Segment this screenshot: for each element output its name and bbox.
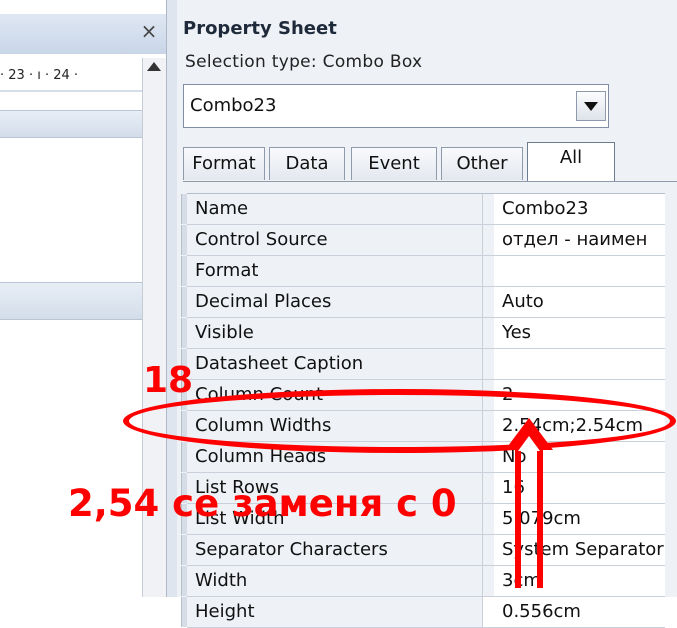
property-row[interactable]: Datasheet Caption	[181, 349, 665, 380]
property-row[interactable]: Separator Characters System Separator	[181, 535, 665, 566]
property-row[interactable]: Control Source отдел - наимен	[181, 225, 665, 256]
property-row[interactable]: Name Combo23	[181, 194, 665, 225]
annotation-number: 18	[143, 360, 194, 401]
annotation-arrow-shaft	[515, 448, 543, 588]
property-row[interactable]: Visible Yes	[181, 318, 665, 349]
property-name: Control Source	[187, 225, 483, 255]
property-tabs: Format Data Event Other All	[183, 142, 677, 182]
horizontal-ruler: · 23 · ı · 24 ·	[0, 62, 142, 91]
property-value[interactable]	[494, 256, 665, 286]
section-band-detail[interactable]	[0, 282, 142, 320]
property-row[interactable]: Width 3cm	[181, 566, 665, 597]
annotation-ellipse	[123, 389, 676, 453]
scroll-up-arrow-icon[interactable]	[147, 62, 161, 71]
property-name: Decimal Places	[187, 287, 483, 317]
chevron-down-icon	[584, 102, 598, 111]
tab-baseline	[183, 181, 677, 182]
property-value[interactable]: 0.556cm	[494, 597, 665, 627]
property-value[interactable]: Combo23	[494, 194, 665, 224]
property-row[interactable]: Decimal Places Auto	[181, 287, 665, 318]
tab-data[interactable]: Data	[269, 147, 345, 180]
property-row[interactable]: Height 0.556cm	[181, 597, 665, 628]
property-value[interactable]	[494, 349, 665, 379]
object-selector-dropdown-button[interactable]	[576, 91, 606, 121]
close-icon[interactable]: ×	[138, 20, 160, 42]
property-name: Datasheet Caption	[187, 349, 483, 379]
tab-all[interactable]: All	[527, 142, 615, 181]
property-name: Width	[187, 566, 483, 596]
property-name: Height	[187, 597, 483, 627]
property-value[interactable]: Auto	[494, 287, 665, 317]
annotation-arrow-head-inner	[518, 436, 540, 451]
property-name: Format	[187, 256, 483, 286]
annotation-note: 2,54 се заменя с 0	[68, 482, 457, 525]
property-name: Separator Characters	[187, 535, 483, 565]
selection-type-label: Selection type: Combo Box	[185, 52, 423, 72]
object-selector-combo[interactable]: Combo23	[183, 84, 609, 128]
property-name: Visible	[187, 318, 483, 348]
object-selector-value: Combo23	[190, 95, 277, 116]
tab-event[interactable]: Event	[351, 147, 437, 180]
property-value[interactable]: отдел - наимен	[494, 225, 665, 255]
section-band-header[interactable]	[0, 110, 142, 138]
ruler-separator	[0, 90, 142, 92]
property-name: Name	[187, 194, 483, 224]
property-sheet-title: Property Sheet	[183, 18, 337, 39]
tab-other[interactable]: Other	[441, 147, 523, 180]
tab-format[interactable]: Format	[183, 147, 265, 180]
property-value[interactable]: Yes	[494, 318, 665, 348]
property-row[interactable]: Format	[181, 256, 665, 287]
